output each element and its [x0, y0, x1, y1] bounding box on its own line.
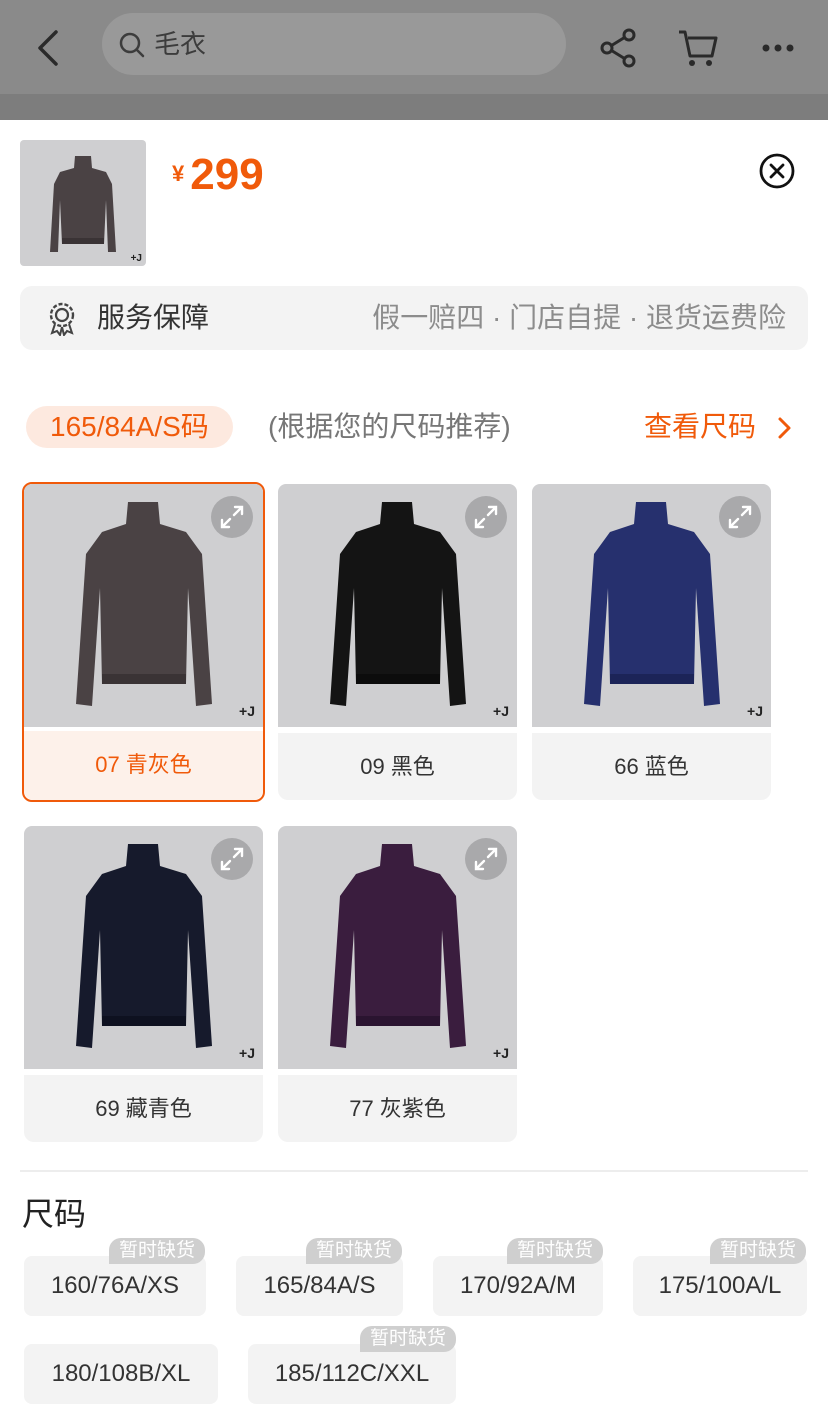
expand-image-button[interactable] — [465, 838, 507, 880]
award-badge-icon — [49, 302, 75, 336]
service-label: 服务保障 — [97, 302, 210, 333]
expand-icon — [220, 505, 244, 529]
size-option[interactable]: 185/112C/XXL — [248, 1344, 456, 1404]
back-button[interactable] — [30, 26, 70, 70]
color-option-label: 09 黑色 — [278, 733, 517, 800]
view-size-chart-link[interactable]: 查看尺码 — [644, 410, 756, 444]
price-value: 299 — [190, 150, 264, 199]
out-of-stock-badge: 暂时缺货 — [360, 1326, 457, 1352]
recommended-size-badge: 165/84A/S码 — [26, 406, 233, 448]
color-option-label: 07 青灰色 — [24, 731, 263, 800]
brand-mark: +J — [239, 703, 255, 719]
expand-icon — [474, 505, 498, 529]
size-section-title: 尺码 — [22, 1196, 87, 1232]
color-option[interactable]: +J 77 灰紫色 — [278, 826, 517, 1142]
back-icon — [38, 30, 58, 66]
product-thumbnail: +J — [20, 140, 146, 266]
header-divider-strip — [0, 94, 828, 120]
brand-mark: +J — [493, 703, 509, 719]
chevron-right-icon[interactable] — [774, 416, 794, 440]
color-option[interactable]: +J 69 藏青色 — [24, 826, 263, 1142]
product-price: ¥299 — [172, 150, 264, 200]
out-of-stock-badge: 暂时缺货 — [507, 1238, 604, 1264]
expand-image-button[interactable] — [211, 496, 253, 538]
close-button[interactable] — [758, 152, 796, 190]
price-currency: ¥ — [172, 161, 185, 186]
more-icon — [762, 44, 794, 52]
expand-icon — [220, 847, 244, 871]
brand-mark: +J — [239, 1045, 255, 1061]
page-header: 毛衣 — [0, 0, 828, 120]
color-option[interactable]: +J 66 蓝色 — [532, 484, 771, 800]
close-icon — [759, 153, 795, 189]
cart-button[interactable] — [676, 26, 720, 70]
size-recommend-hint: (根据您的尺码推荐) — [268, 411, 511, 442]
color-option-image: +J — [278, 826, 517, 1069]
color-option-label: 77 灰紫色 — [278, 1075, 517, 1142]
out-of-stock-badge: 暂时缺货 — [109, 1238, 206, 1264]
expand-image-button[interactable] — [211, 838, 253, 880]
color-option-label: 66 蓝色 — [532, 733, 771, 800]
expand-icon — [728, 505, 752, 529]
search-input[interactable]: 毛衣 — [102, 13, 566, 75]
expand-image-button[interactable] — [465, 496, 507, 538]
brand-mark: +J — [493, 1045, 509, 1061]
out-of-stock-badge: 暂时缺货 — [306, 1238, 403, 1264]
size-option[interactable]: 170/92A/M — [433, 1256, 603, 1316]
color-option[interactable]: +J 07 青灰色 — [22, 482, 265, 802]
share-icon — [600, 28, 636, 68]
search-query-text: 毛衣 — [154, 29, 207, 59]
sweater-image — [50, 156, 116, 252]
color-option-image: +J — [278, 484, 517, 727]
color-option-image: +J — [532, 484, 771, 727]
size-option[interactable]: 175/100A/L — [633, 1256, 807, 1316]
brand-mark: +J — [130, 253, 142, 264]
service-guarantee-bar[interactable]: 服务保障 假一赔四 · 门店自提 · 退货运费险 — [20, 286, 808, 350]
size-option[interactable]: 160/76A/XS — [24, 1256, 206, 1316]
color-option-image: +J — [24, 826, 263, 1069]
more-button[interactable] — [756, 26, 800, 70]
out-of-stock-badge: 暂时缺货 — [710, 1238, 807, 1264]
cart-icon — [679, 30, 718, 66]
color-option-label: 69 藏青色 — [24, 1075, 263, 1142]
expand-image-button[interactable] — [719, 496, 761, 538]
size-option[interactable]: 180/108B/XL — [24, 1344, 218, 1404]
sku-selector-sheet: +J ¥299 服务保障 假一赔四 · 门店自提 · 退货运费险 165/84A… — [0, 120, 828, 1423]
service-items: 假一赔四 · 门店自提 · 退货运费险 — [372, 302, 786, 333]
brand-mark: +J — [747, 703, 763, 719]
expand-icon — [474, 847, 498, 871]
section-divider — [20, 1170, 808, 1172]
size-option[interactable]: 165/84A/S — [236, 1256, 403, 1316]
color-option[interactable]: +J 09 黑色 — [278, 484, 517, 800]
search-icon — [119, 32, 145, 58]
color-option-image: +J — [24, 484, 263, 727]
share-button[interactable] — [596, 26, 640, 70]
